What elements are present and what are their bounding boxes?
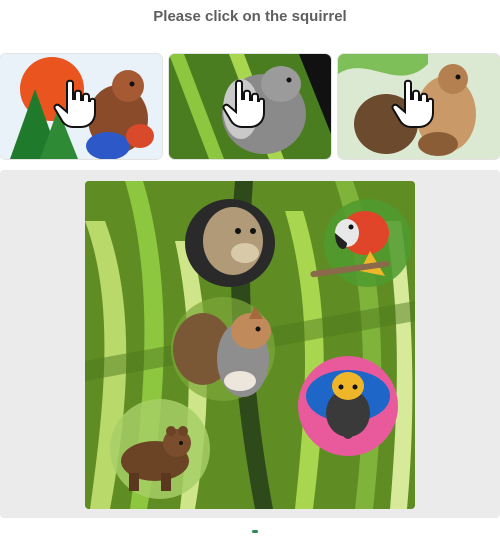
elephant-animal[interactable] <box>298 356 398 456</box>
bear-animal[interactable] <box>110 399 210 499</box>
squirrel-animal[interactable] <box>171 297 275 401</box>
pointing-hand-cursor-icon <box>391 79 434 128</box>
prompt-title: Please click on the squirrel <box>153 7 347 25</box>
example-image-3 <box>338 54 500 159</box>
example-image-2 <box>169 54 331 159</box>
status-indicator <box>252 530 258 533</box>
example-image-1 <box>0 54 162 159</box>
pointing-hand-cursor-icon <box>53 79 96 128</box>
pointing-hand-cursor-icon <box>222 79 265 128</box>
challenge-image[interactable] <box>85 181 415 509</box>
lion-animal[interactable] <box>185 199 275 287</box>
